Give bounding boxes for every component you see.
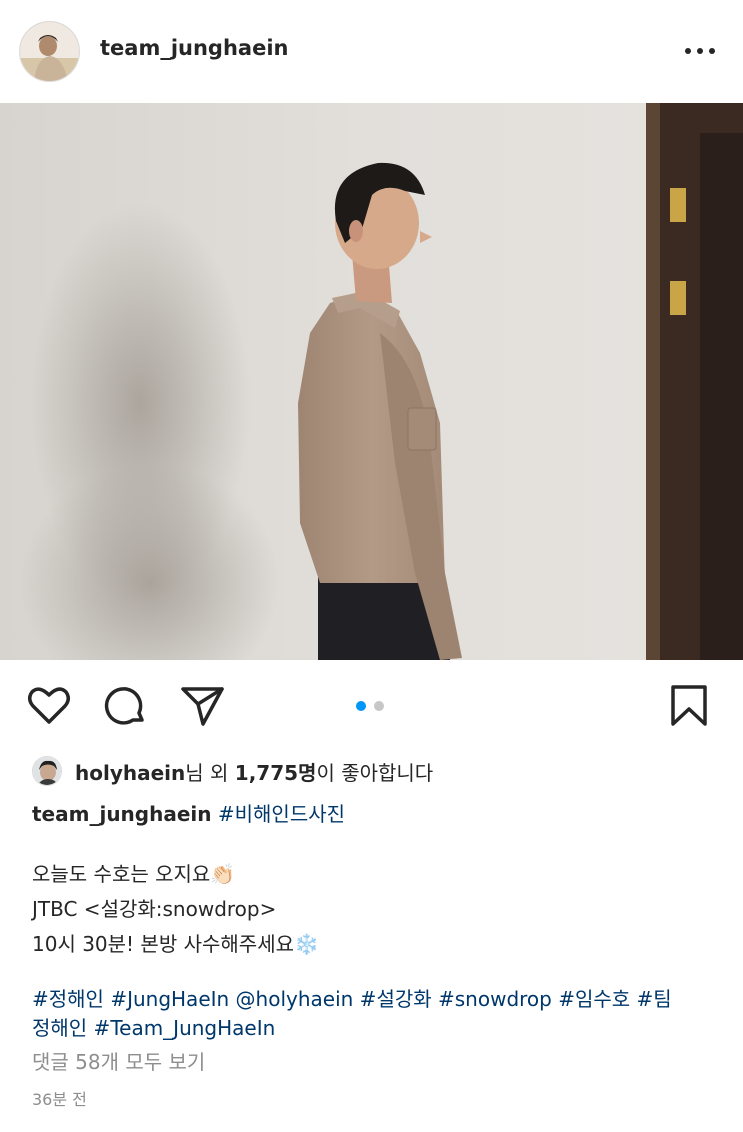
caption-headline-tag[interactable]: #비해인드사진 <box>218 802 345 826</box>
heart-icon[interactable] <box>25 682 73 730</box>
likes-suffix: 님 외 <box>185 760 235 785</box>
likes-count[interactable]: 1,775명 <box>235 761 317 785</box>
caption-line-2: JTBC <설강화:snowdrop> <box>32 897 277 921</box>
likes-suffix-2: 이 좋아합니다 <box>316 760 434 785</box>
carousel-indicator <box>356 701 384 711</box>
likes-text: holyhaein님 외 1,775명이 좋아합니다 <box>75 757 433 786</box>
carousel-dot-active <box>356 701 366 711</box>
hashtag-line-2[interactable]: 정해인 #Team_JungHaeIn <box>32 1012 275 1041</box>
likes-summary: holyhaein님 외 1,775명이 좋아합니다 <box>32 756 433 786</box>
post-timestamp: 36분 전 <box>32 1090 87 1109</box>
view-all-comments-link[interactable]: 댓글 58개 모두 보기 <box>32 1046 205 1075</box>
post-photo[interactable] <box>0 103 743 660</box>
clapping-hands-icon: 👏🏻 <box>210 862 236 886</box>
caption-text: 10시 30분! 본방 사수해주세요 <box>32 932 294 956</box>
comment-icon[interactable] <box>102 682 150 730</box>
caption-username[interactable]: team_junghaein <box>32 802 212 826</box>
liker-username[interactable]: holyhaein <box>75 761 185 785</box>
author-avatar[interactable] <box>19 21 80 82</box>
caption-header: team_junghaein #비해인드사진 <box>32 798 345 827</box>
caption-text: 오늘도 수호는 오지요 <box>32 862 211 886</box>
caption-line-1: 오늘도 수호는 오지요👏🏻 <box>32 858 235 887</box>
hashtag-line-1[interactable]: #정해인 #JungHaeIn @holyhaein #설강화 #snowdro… <box>32 983 672 1012</box>
carousel-dot <box>374 701 384 711</box>
more-horizontal-icon[interactable] <box>680 34 720 68</box>
send-icon[interactable] <box>179 682 227 730</box>
author-username[interactable]: team_junghaein <box>100 36 288 60</box>
liker-avatar[interactable] <box>32 756 62 786</box>
caption-line-3: 10시 30분! 본방 사수해주세요❄️ <box>32 928 319 957</box>
snowflake-icon: ❄️ <box>294 932 319 956</box>
post-header: team_junghaein <box>0 0 743 103</box>
bookmark-icon[interactable] <box>665 682 713 730</box>
